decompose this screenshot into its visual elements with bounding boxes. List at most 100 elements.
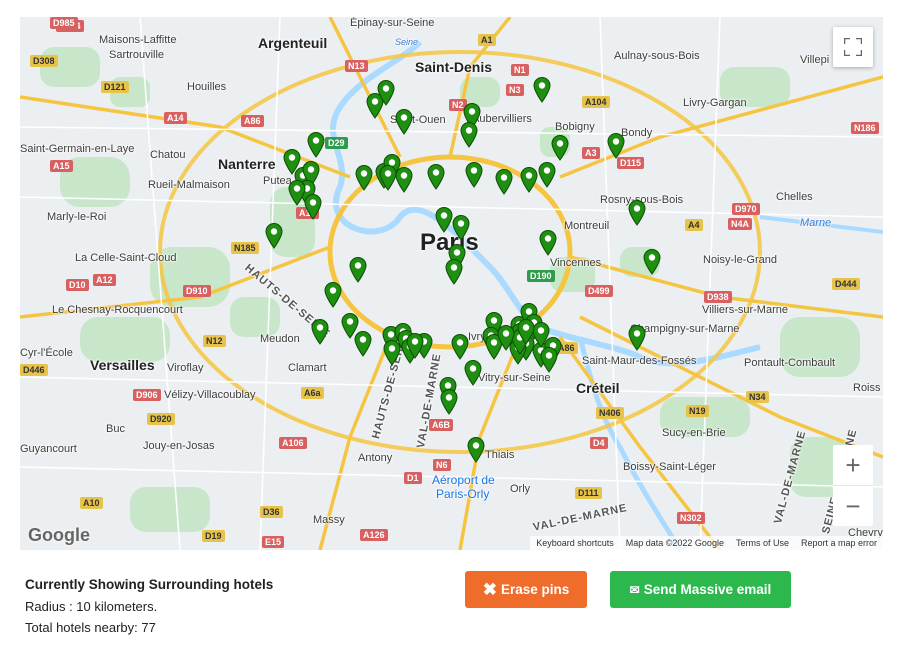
hotel-pin-icon[interactable] bbox=[383, 340, 401, 366]
road-shield: N302 bbox=[677, 512, 705, 524]
hotel-pin-icon[interactable] bbox=[395, 167, 413, 193]
label-saint-denis: Saint-Denis bbox=[415, 59, 493, 75]
road-shield: D938 bbox=[704, 291, 732, 303]
label-le-chesnay: Le Chesnay-Rocquencourt bbox=[52, 304, 183, 316]
label-versailles: Versailles bbox=[90, 357, 155, 373]
road-shield: N185 bbox=[231, 242, 259, 254]
road-shield: A4 bbox=[685, 219, 703, 231]
keyboard-shortcuts-link[interactable]: Keyboard shortcuts bbox=[536, 538, 614, 548]
fullscreen-button[interactable] bbox=[833, 27, 873, 67]
hotel-pin-icon[interactable] bbox=[607, 133, 625, 159]
label-noisy: Noisy-le-Grand bbox=[703, 254, 777, 266]
hotel-pin-icon[interactable] bbox=[304, 194, 322, 220]
erase-pins-button[interactable]: ✖ Erase pins bbox=[465, 571, 587, 608]
label-saint-maur: Saint-Maur-des-Fossés bbox=[582, 355, 697, 367]
label-guyancourt: Guyancourt bbox=[20, 443, 77, 455]
road-shield: N406 bbox=[596, 407, 624, 419]
road-shield: A106 bbox=[279, 437, 307, 449]
road-shield: D444 bbox=[832, 278, 860, 290]
road-shield: D920 bbox=[147, 413, 175, 425]
road-shield: D970 bbox=[732, 203, 760, 215]
label-houilles: Houilles bbox=[187, 81, 227, 93]
label-orly: Orly bbox=[510, 483, 531, 495]
hotel-pin-icon[interactable] bbox=[464, 360, 482, 386]
road-shield: A12 bbox=[93, 274, 116, 286]
road-shield: D10 bbox=[66, 279, 89, 291]
zoom-in-button[interactable]: + bbox=[833, 445, 873, 485]
road-shield: N6 bbox=[433, 459, 451, 471]
road-shield: D985 bbox=[50, 17, 78, 29]
hotel-pin-icon[interactable] bbox=[354, 331, 372, 357]
road-shield: A1 bbox=[478, 34, 496, 46]
road-shield: N3 bbox=[506, 84, 524, 96]
hotel-pin-icon[interactable] bbox=[445, 259, 463, 285]
label-bobigny: Bobigny bbox=[555, 121, 595, 133]
hotel-pin-icon[interactable] bbox=[435, 207, 453, 233]
label-marly: Marly-le-Roi bbox=[47, 211, 107, 223]
hotel-pin-icon[interactable] bbox=[349, 257, 367, 283]
hotel-pin-icon[interactable] bbox=[538, 162, 556, 188]
info-title: Currently Showing Surrounding hotels bbox=[25, 577, 274, 592]
send-massive-email-button[interactable]: ✉ Send Massive email bbox=[610, 571, 791, 608]
road-shield: A14 bbox=[164, 112, 187, 124]
hotel-pin-icon[interactable] bbox=[355, 165, 373, 191]
hotel-pin-icon[interactable] bbox=[395, 109, 413, 135]
hotel-pin-icon[interactable] bbox=[539, 230, 557, 256]
road-shield: D111 bbox=[575, 487, 602, 499]
road-shield: N186 bbox=[851, 122, 879, 134]
label-montreuil: Montreuil bbox=[564, 220, 610, 232]
map-data-text: Map data ©2022 Google bbox=[625, 538, 724, 548]
label-boissy: Boissy-Saint-Léger bbox=[623, 461, 716, 473]
hotel-pin-icon[interactable] bbox=[540, 347, 558, 373]
hotel-pin-icon[interactable] bbox=[520, 167, 538, 193]
map-view[interactable]: Paris Argenteuil Saint-Denis Épinay-sur-… bbox=[20, 17, 883, 550]
label-vitry: Vitry-sur-Seine bbox=[478, 372, 551, 384]
hotel-pin-icon[interactable] bbox=[643, 249, 661, 275]
hotel-pin-icon[interactable] bbox=[451, 334, 469, 360]
hotel-pin-icon[interactable] bbox=[467, 437, 485, 463]
road-shield: D910 bbox=[183, 285, 211, 297]
hotel-pin-icon[interactable] bbox=[311, 319, 329, 345]
label-vincennes: Vincennes bbox=[550, 257, 602, 269]
total-hotels-text: Total hotels nearby: 77 bbox=[25, 620, 156, 635]
zoom-out-button[interactable]: − bbox=[833, 486, 873, 526]
hotel-pin-icon[interactable] bbox=[495, 169, 513, 195]
hotel-pin-icon[interactable] bbox=[288, 180, 306, 206]
hotel-pin-icon[interactable] bbox=[265, 223, 283, 249]
hotel-pin-icon[interactable] bbox=[452, 215, 470, 241]
hotel-pin-icon[interactable] bbox=[440, 389, 458, 415]
label-chatou: Chatou bbox=[150, 149, 186, 161]
label-clamart: Clamart bbox=[288, 362, 327, 374]
google-logo: Google bbox=[28, 525, 90, 545]
label-aeroport: Aéroport de bbox=[432, 473, 495, 487]
road-shield: D19 bbox=[202, 530, 225, 542]
hotel-pin-icon[interactable] bbox=[533, 77, 551, 103]
map-attribution: Keyboard shortcuts Map data ©2022 Google… bbox=[530, 536, 883, 550]
label-meudon: Meudon bbox=[260, 333, 300, 345]
hotel-pin-icon[interactable] bbox=[628, 325, 646, 351]
hotel-pin-icon[interactable] bbox=[427, 164, 445, 190]
hotel-pin-icon[interactable] bbox=[377, 80, 395, 106]
hotel-pin-icon[interactable] bbox=[324, 282, 342, 308]
info-panel: Currently Showing Surrounding hotels Rad… bbox=[25, 577, 273, 641]
hotel-pin-icon[interactable] bbox=[497, 325, 515, 351]
hotel-pin-icon[interactable] bbox=[628, 200, 646, 226]
road-shield: D308 bbox=[30, 55, 58, 67]
hotel-pin-icon[interactable] bbox=[307, 132, 325, 158]
label-bondy: Bondy bbox=[621, 127, 653, 139]
road-shield: A6a bbox=[301, 387, 324, 399]
report-error-link[interactable]: Report a map error bbox=[801, 538, 877, 548]
label-champigny: Champigny-sur-Marne bbox=[630, 323, 740, 335]
road-shield: D1 bbox=[404, 472, 422, 484]
hotel-pin-icon[interactable] bbox=[406, 333, 424, 359]
email-icon: ✉ bbox=[629, 582, 640, 597]
hotel-pin-icon[interactable] bbox=[460, 122, 478, 148]
close-icon: ✖ bbox=[482, 579, 497, 599]
road-shield: N4A bbox=[728, 218, 753, 230]
terms-link[interactable]: Terms of Use bbox=[736, 538, 789, 548]
hotel-pin-icon[interactable] bbox=[551, 135, 569, 161]
hotel-pin-icon[interactable] bbox=[465, 162, 483, 188]
label-villepinte: Villepi bbox=[800, 54, 830, 66]
hotel-pin-icon[interactable] bbox=[517, 319, 535, 345]
send-massive-email-label: Send Massive email bbox=[643, 582, 772, 597]
